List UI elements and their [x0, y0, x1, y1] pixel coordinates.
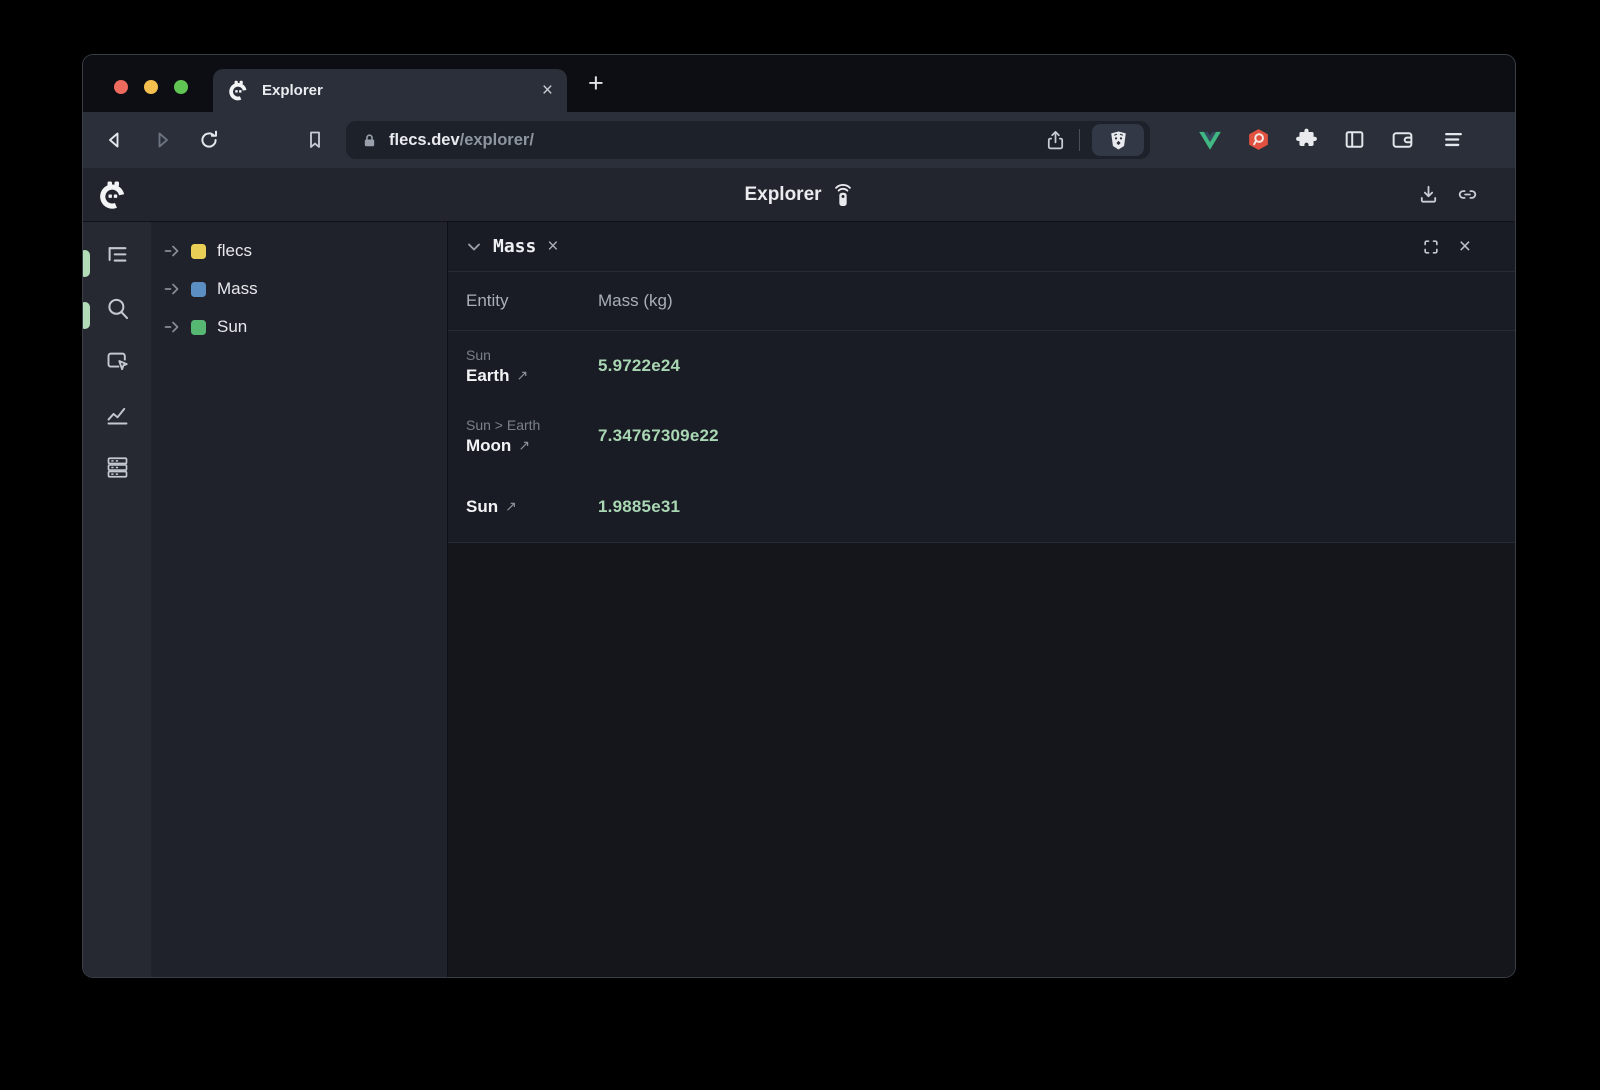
browser-toolbar: flecs.dev /explorer/: [83, 112, 1515, 168]
table-row[interactable]: Sun > Earth Moon ↗ 7.34767309e22: [448, 401, 1515, 471]
entity-parent-path: Sun > Earth: [466, 417, 598, 433]
tab-close-icon[interactable]: ×: [542, 81, 553, 100]
column-header-mass: Mass (kg): [598, 291, 1497, 311]
link-icon[interactable]: [1456, 183, 1479, 206]
new-tab-button[interactable]: +: [588, 68, 604, 98]
url-domain: flecs.dev: [389, 131, 460, 150]
browser-window: Explorer × +: [83, 55, 1515, 977]
tree-item-label: Mass: [217, 279, 258, 299]
brave-shield-button[interactable]: [1092, 124, 1144, 156]
flecs-favicon-icon: [227, 79, 250, 102]
url-bar[interactable]: flecs.dev /explorer/: [346, 121, 1150, 159]
minimize-window-button[interactable]: [144, 80, 158, 94]
lock-icon: [361, 132, 378, 149]
tree-item-mass[interactable]: Mass: [151, 270, 447, 308]
back-button[interactable]: [103, 128, 127, 152]
tree-view-icon[interactable]: [104, 242, 131, 269]
fullscreen-icon[interactable]: [1421, 237, 1441, 257]
tables-icon[interactable]: [104, 454, 131, 481]
connection-status-icon[interactable]: [832, 182, 854, 208]
share-icon[interactable]: [1044, 129, 1067, 152]
expand-arrow-icon[interactable]: [164, 320, 182, 334]
entity-tree-panel: flecs Mass Sun: [151, 222, 447, 977]
table-row[interactable]: Sun Earth ↗ 5.9722e24: [448, 331, 1515, 401]
mass-value: 1.9885e31: [598, 497, 1497, 517]
entity-name-link[interactable]: Sun: [466, 497, 498, 517]
query-panel-header: Mass × ×: [448, 222, 1515, 272]
entity-name-link[interactable]: Earth: [466, 366, 509, 386]
panel-close-icon[interactable]: ×: [1459, 236, 1471, 257]
entity-color-swatch: [191, 244, 206, 259]
extensions-puzzle-icon[interactable]: [1294, 127, 1320, 153]
table-header-row: Entity Mass (kg): [448, 272, 1515, 331]
bookmark-icon[interactable]: [303, 128, 327, 152]
active-panel-indicator: [83, 250, 90, 277]
close-window-button[interactable]: [114, 80, 128, 94]
tab-title: Explorer: [262, 82, 542, 99]
tab-explorer[interactable]: Explorer ×: [213, 69, 567, 112]
external-link-icon[interactable]: ↗: [518, 437, 530, 454]
expand-arrow-icon[interactable]: [164, 244, 182, 258]
tree-item-label: flecs: [217, 241, 252, 261]
external-link-icon[interactable]: ↗: [516, 367, 528, 384]
hexagon-extension-icon[interactable]: [1246, 127, 1272, 153]
entity-color-swatch: [191, 282, 206, 297]
menu-icon[interactable]: [1441, 127, 1467, 153]
result-table: Entity Mass (kg) Sun Earth ↗ 5.9722e24: [448, 272, 1515, 543]
app-title: Explorer: [744, 184, 821, 206]
tree-item-label: Sun: [217, 317, 247, 337]
forward-button[interactable]: [150, 128, 174, 152]
mass-value: 7.34767309e22: [598, 426, 1497, 446]
stats-chart-icon[interactable]: [104, 401, 131, 428]
content-area: flecs Mass Sun: [83, 222, 1515, 977]
divider: [1079, 129, 1080, 151]
active-panel-indicator: [83, 302, 90, 329]
entity-color-swatch: [191, 320, 206, 335]
chevron-down-icon[interactable]: [464, 237, 484, 257]
inspect-icon[interactable]: [104, 348, 131, 375]
query-name: Mass: [493, 236, 536, 257]
url-path: /explorer/: [460, 131, 534, 150]
wallet-icon[interactable]: [1390, 127, 1416, 153]
tab-strip: Explorer × +: [83, 55, 1515, 112]
vue-devtools-extension-icon[interactable]: [1197, 127, 1223, 153]
external-link-icon[interactable]: ↗: [505, 498, 517, 515]
reload-button[interactable]: [197, 128, 221, 152]
maximize-window-button[interactable]: [174, 80, 188, 94]
tree-item-sun[interactable]: Sun: [151, 308, 447, 346]
mass-value: 5.9722e24: [598, 356, 1497, 376]
download-icon[interactable]: [1417, 183, 1440, 206]
tree-item-flecs[interactable]: flecs: [151, 232, 447, 270]
entity-name-link[interactable]: Moon: [466, 436, 511, 456]
expand-arrow-icon[interactable]: [164, 282, 182, 296]
icon-rail: [83, 222, 151, 977]
sidebar-toggle-icon[interactable]: [1342, 127, 1368, 153]
query-panel: Mass × × Enti: [447, 222, 1515, 977]
table-row[interactable]: Sun ↗ 1.9885e31: [448, 471, 1515, 542]
query-close-icon[interactable]: ×: [547, 237, 558, 256]
search-icon[interactable]: [104, 295, 131, 322]
app-header: Explorer: [83, 168, 1515, 222]
column-header-entity: Entity: [466, 291, 598, 311]
entity-parent-path: Sun: [466, 347, 598, 363]
